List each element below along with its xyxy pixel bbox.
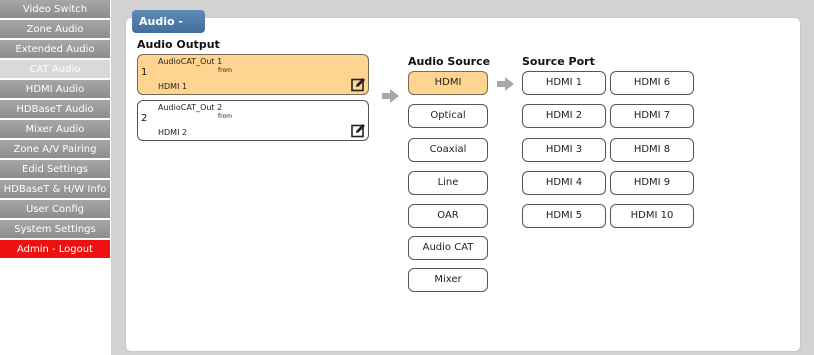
audio-output-heading: Audio Output (137, 38, 220, 51)
sidebar-item-hdmi-audio[interactable]: HDMI Audio (0, 80, 110, 99)
sidebar-item-zone-av-pairing[interactable]: Zone A/V Pairing (0, 140, 110, 159)
sidebar-item-cat-audio[interactable]: CAT Audio (0, 60, 110, 79)
source-port-hdmi-10-button[interactable]: HDMI 10 (610, 204, 694, 228)
source-port-hdmi-2-button[interactable]: HDMI 2 (522, 104, 606, 128)
sidebar-item-hdbaset-hw-info[interactable]: HDBaseT & H/W Info (0, 180, 110, 199)
audio-source-audio-cat-button[interactable]: Audio CAT (408, 236, 488, 260)
audio-source-coaxial-button[interactable]: Coaxial (408, 138, 488, 162)
audio-output-card-2[interactable]: AudioCAT_Out 2 from 2 HDMI 2 (137, 100, 369, 141)
audio-source-optical-button[interactable]: Optical (408, 104, 488, 128)
output-source: HDMI 2 (158, 128, 188, 137)
arrow-right-icon (382, 89, 399, 103)
panel-title: Audio - Cat (132, 10, 205, 51)
sidebar-item-edid-settings[interactable]: Edid Settings (0, 160, 110, 179)
sidebar-item-zone-audio[interactable]: Zone Audio (0, 20, 110, 39)
source-port-hdmi-3-button[interactable]: HDMI 3 (522, 138, 606, 162)
audio-source-heading: Audio Source (408, 55, 491, 68)
sidebar-nav: Video Switch Zone Audio Extended Audio C… (0, 0, 111, 355)
sidebar-item-video-switch[interactable]: Video Switch (0, 0, 110, 19)
arrow-right-icon (497, 77, 514, 91)
sidebar-item-admin-logout[interactable]: Admin - Logout (0, 240, 110, 259)
sidebar-item-system-settings[interactable]: System Settings (0, 220, 110, 239)
output-name: AudioCAT_Out 1 (158, 57, 223, 66)
audio-source-mixer-button[interactable]: Mixer (408, 268, 488, 292)
edit-icon[interactable] (351, 77, 366, 92)
audio-output-card-1[interactable]: AudioCAT_Out 1 from 1 HDMI 1 (137, 54, 369, 95)
source-port-hdmi-5-button[interactable]: HDMI 5 (522, 204, 606, 228)
audio-source-hdmi-button[interactable]: HDMI (408, 71, 488, 95)
sidebar-item-mixer-audio[interactable]: Mixer Audio (0, 120, 110, 139)
source-port-hdmi-9-button[interactable]: HDMI 9 (610, 171, 694, 195)
output-number: 2 (141, 113, 148, 124)
output-name: AudioCAT_Out 2 (158, 103, 223, 112)
edit-icon[interactable] (351, 123, 366, 138)
output-from-label: from (218, 113, 232, 120)
audio-source-oar-button[interactable]: OAR (408, 204, 488, 228)
source-port-hdmi-1-button[interactable]: HDMI 1 (522, 71, 606, 95)
output-number: 1 (141, 67, 148, 78)
source-port-hdmi-8-button[interactable]: HDMI 8 (610, 138, 694, 162)
output-source: HDMI 1 (158, 82, 188, 91)
source-port-hdmi-4-button[interactable]: HDMI 4 (522, 171, 606, 195)
source-port-heading: Source Port (522, 55, 595, 68)
sidebar-item-user-config[interactable]: User Config (0, 200, 110, 219)
sidebar-item-extended-audio[interactable]: Extended Audio (0, 40, 110, 59)
source-port-hdmi-6-button[interactable]: HDMI 6 (610, 71, 694, 95)
audio-source-line-button[interactable]: Line (408, 171, 488, 195)
sidebar-item-hdbaset-audio[interactable]: HDBaseT Audio (0, 100, 110, 119)
output-from-label: from (218, 67, 232, 74)
source-port-hdmi-7-button[interactable]: HDMI 7 (610, 104, 694, 128)
